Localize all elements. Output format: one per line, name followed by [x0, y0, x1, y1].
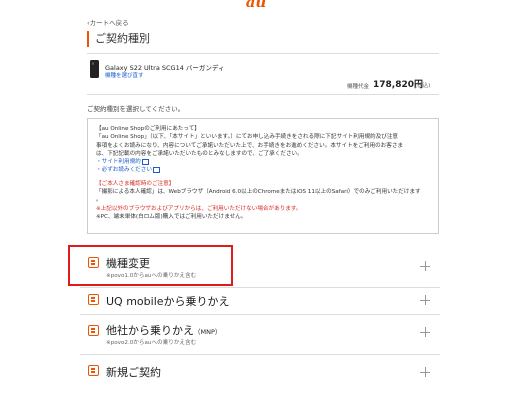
option-title: 他社から乗りかえ（MNP） [106, 324, 222, 337]
divider [87, 94, 439, 95]
plus-icon[interactable] [420, 295, 430, 305]
must-read-link[interactable]: ・必ずお読みください [96, 167, 152, 173]
option-title: 新規ご契約 [106, 366, 161, 379]
tax-note: (税込) [415, 83, 431, 89]
price-label: 機種代金 [347, 84, 370, 90]
phone-thumbnail [90, 60, 99, 78]
switch-carrier-icon [88, 325, 99, 336]
notice-box: 【au Online Shopのご利用にあたって】 「au Online Sho… [87, 118, 439, 234]
option-title: UQ mobileから乗りかえ [106, 295, 230, 308]
identity-notice-heading: 【ご本人さま確認時のご注意】 [96, 180, 175, 187]
option-title-suffix: （MNP） [194, 328, 222, 336]
option-subtitle: ※povo2.0からauへの乗りかえ含む [106, 340, 197, 346]
identity-notice-text: 「撮影による本人確認」は、Webブラウザ（Android 6.0以上のChrom… [96, 189, 421, 196]
divider [87, 53, 439, 54]
plus-icon[interactable] [420, 261, 430, 271]
divider [80, 314, 440, 315]
new-contract-icon [88, 365, 99, 376]
notice-text: 「au Online Shop」（以下、「本サイト」といいます。）にてお申し込み… [96, 134, 399, 141]
identity-note: ※PC、端末単体(白ロム版)購入ではご利用いただけません。 [96, 213, 247, 220]
divider [80, 354, 440, 355]
au-logo[interactable]: au [241, 0, 271, 10]
selection-highlight [68, 245, 233, 286]
switch-carrier-icon [88, 294, 99, 305]
terms-link[interactable]: ・サイト利用規約 [96, 159, 141, 165]
identity-notice-text: 。 [96, 197, 102, 204]
external-link-icon [141, 158, 149, 165]
option-new-contract[interactable]: 新規ご契約 [80, 358, 440, 394]
plus-icon[interactable] [420, 327, 430, 337]
notice-text: 事項をよくお読みになり、内容についてご承諾いただいた上で、お手続きをお進めくださ… [96, 142, 404, 149]
plus-icon[interactable] [420, 367, 430, 377]
notice-heading: 【au Online Shopのご利用にあたって】 [96, 126, 200, 132]
change-device-link[interactable]: 機種を選び直す [105, 71, 144, 79]
back-to-cart-link[interactable]: ‹カートへ戻る [87, 17, 129, 27]
section-title: ご契約種別 [87, 31, 150, 47]
identity-warning: ※上記以外のブラウザおよびアプリからは、ご利用いただけない場合があります。 [96, 205, 302, 212]
option-mnp[interactable]: 他社から乗りかえ（MNP） ※povo2.0からauへの乗りかえ含む [80, 318, 440, 354]
external-link-icon [152, 166, 160, 173]
instruction-text: ご契約種別を選択してください。 [87, 105, 185, 113]
notice-text: は、下記記載の内容をご承諾いただいたものとみなしますので、ご了承ください。 [96, 150, 303, 157]
